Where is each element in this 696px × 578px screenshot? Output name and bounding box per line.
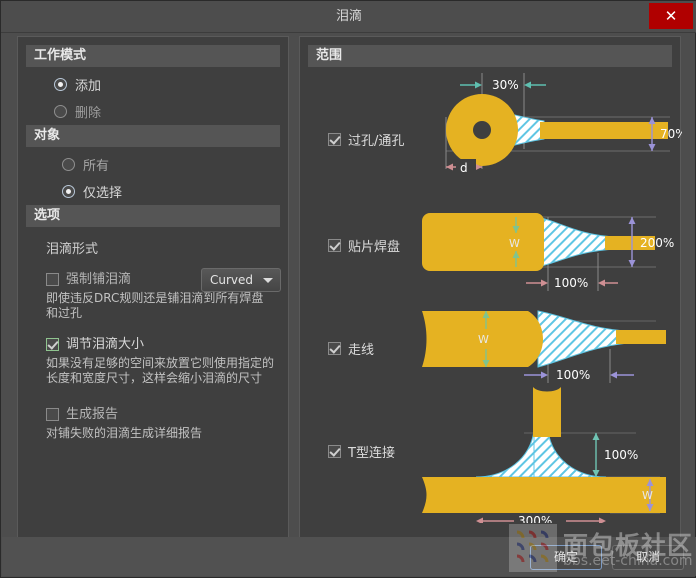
svg-text:100%: 100% <box>604 448 638 462</box>
checkbox-generate-report-box <box>46 408 59 421</box>
svg-text:200%: 200% <box>640 236 674 250</box>
radio-selected-only-dot <box>62 184 75 198</box>
teardrop-style-label: 泪滴形式 <box>46 242 99 257</box>
hint-force-teardrop: 即使违反DRC规则还是铺泪滴到所有焊盘和过孔 <box>46 291 264 320</box>
svg-text:300%: 300% <box>518 514 552 523</box>
checkbox-smd-pad-box <box>328 239 341 252</box>
checkbox-force-teardrop[interactable]: 强制铺泪滴 <box>46 271 276 288</box>
diagram-via-throughhole: 30% 70% d 30% 70% d <box>445 73 682 175</box>
radio-delete-label: 删除 <box>75 105 102 121</box>
checkbox-t-junction-box <box>328 445 341 458</box>
svg-text:100%: 100% <box>556 368 590 382</box>
diagram-t-junction: 100% W 300% 100% 300% W <box>422 387 666 523</box>
radio-delete[interactable]: 删除 <box>54 101 101 121</box>
radio-selected-only-label: 仅选择 <box>83 185 123 201</box>
svg-text:30%: 30% <box>492 78 519 92</box>
ok-button[interactable]: 确定 <box>530 545 602 570</box>
checkbox-t-junction-label: T型连接 <box>348 446 395 461</box>
scope-panel: 范围 过孔/通孔 30% 70 d 贴片焊盘 W 200% 100% 走线 W … <box>299 36 682 538</box>
checkbox-generate-report[interactable]: 生成报告 <box>46 406 276 423</box>
diagram-track: W 100% 100% W <box>422 310 666 383</box>
radio-all[interactable]: 所有 <box>62 154 109 174</box>
close-icon[interactable]: ✕ <box>649 3 693 29</box>
window-title: 泪滴 <box>335 9 362 24</box>
radio-selected-only[interactable]: 仅选择 <box>62 181 122 201</box>
checkbox-smd-pad[interactable]: 贴片焊盘 <box>328 236 400 255</box>
checkbox-track-box <box>328 342 341 355</box>
radio-add-dot <box>54 77 67 91</box>
radio-all-label: 所有 <box>83 158 110 174</box>
svg-text:W: W <box>478 333 489 346</box>
checkbox-smd-pad-label: 贴片焊盘 <box>348 240 401 255</box>
checkbox-via-throughhole-box <box>328 133 341 146</box>
checkbox-via-throughhole[interactable]: 过孔/通孔 <box>328 130 404 149</box>
diagram-smd-pad: W 200% 100% 200% 100% W <box>422 213 674 291</box>
cancel-button[interactable]: 取消 <box>612 545 684 570</box>
svg-text:W: W <box>509 237 520 250</box>
left-settings-panel: 工作模式 添加 删除 对象 所有 仅选择 选项 泪滴形式 Curved 强制铺泪… <box>17 36 289 538</box>
radio-add[interactable]: 添加 <box>54 74 101 94</box>
group-header-object: 对象 <box>26 125 280 147</box>
checkbox-adjust-size-box <box>46 338 59 351</box>
radio-delete-dot <box>54 104 67 118</box>
checkbox-force-teardrop-label: 强制铺泪滴 <box>66 272 132 287</box>
teardrop-dialog: 泪滴 ✕ 工作模式 添加 删除 对象 所有 仅选择 选项 泪滴形式 Curved <box>0 0 696 578</box>
checkbox-adjust-size-label: 调节泪滴大小 <box>66 337 145 352</box>
radio-add-label: 添加 <box>75 78 102 94</box>
checkbox-track-label: 走线 <box>348 343 375 358</box>
checkbox-force-teardrop-box <box>46 273 59 286</box>
checkbox-track[interactable]: 走线 <box>328 339 374 358</box>
checkbox-t-junction[interactable]: T型连接 <box>328 442 395 461</box>
group-header-work-mode: 工作模式 <box>26 45 280 67</box>
hint-generate-report: 对铺失败的泪滴生成详细报告 <box>46 426 203 440</box>
svg-text:100%: 100% <box>554 276 588 290</box>
svg-text:70%: 70% <box>660 127 682 141</box>
checkbox-adjust-size[interactable]: 调节泪滴大小 <box>46 336 276 353</box>
svg-text:W: W <box>642 489 653 502</box>
dialog-footer: 确定 取消 <box>2 537 696 576</box>
title-bar: 泪滴 ✕ <box>1 1 696 33</box>
hint-adjust-size: 如果没有足够的空间来放置它则使用指定的长度和宽度尺寸，这样会缩小泪滴的尺寸 <box>46 356 275 385</box>
radio-all-dot <box>62 157 75 171</box>
svg-text:d: d <box>460 161 468 175</box>
checkbox-via-throughhole-label: 过孔/通孔 <box>348 134 405 149</box>
group-header-options: 选项 <box>26 205 280 227</box>
checkbox-generate-report-label: 生成报告 <box>66 407 119 422</box>
